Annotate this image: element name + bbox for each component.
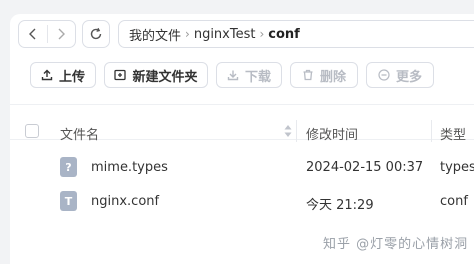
file-name[interactable]: nginx.conf bbox=[91, 194, 159, 209]
delete-label: 删除 bbox=[319, 69, 346, 85]
breadcrumb: 我的文件 › nginxTest › conf bbox=[118, 20, 474, 48]
file-type: types bbox=[440, 160, 474, 175]
table-row[interactable]: ? mime.types 2024-02-15 00:37 types bbox=[10, 150, 474, 186]
sort-icon[interactable] bbox=[284, 124, 292, 138]
column-header-name[interactable]: 文件名 bbox=[60, 124, 99, 143]
new-folder-icon bbox=[114, 69, 127, 81]
refresh-icon bbox=[90, 27, 102, 40]
table-row[interactable]: T nginx.conf 今天 21:29 conf bbox=[10, 184, 474, 220]
file-name[interactable]: mime.types bbox=[91, 160, 168, 175]
breadcrumb-separator: › bbox=[185, 27, 190, 41]
breadcrumb-item[interactable]: 我的文件 bbox=[129, 25, 181, 44]
breadcrumb-item[interactable]: nginxTest bbox=[194, 27, 256, 42]
text-file-icon: T bbox=[60, 191, 77, 211]
file-modified: 今天 21:29 bbox=[306, 198, 374, 213]
download-label: 下载 bbox=[244, 69, 271, 85]
breadcrumb-current: conf bbox=[268, 26, 300, 42]
upload-icon bbox=[41, 69, 53, 81]
more-label: 更多 bbox=[395, 69, 422, 85]
column-divider[interactable] bbox=[296, 120, 297, 142]
file-type: conf bbox=[440, 194, 468, 209]
upload-button[interactable]: 上传 bbox=[30, 62, 96, 88]
new-folder-label: 新建文件夹 bbox=[132, 69, 198, 85]
watermark-text: 知乎 @灯零的心情树洞 bbox=[323, 237, 469, 252]
refresh-button[interactable] bbox=[82, 20, 110, 48]
column-divider[interactable] bbox=[431, 120, 432, 142]
unknown-file-icon: ? bbox=[60, 157, 77, 177]
file-modified: 2024-02-15 00:37 bbox=[306, 160, 424, 175]
more-icon bbox=[378, 69, 390, 81]
back-button[interactable] bbox=[19, 21, 47, 47]
download-button[interactable]: 下载 bbox=[216, 62, 282, 88]
trash-icon bbox=[302, 69, 314, 81]
download-icon bbox=[227, 69, 239, 81]
column-header-modified[interactable]: 修改时间 bbox=[306, 124, 358, 143]
select-all-checkbox[interactable] bbox=[25, 124, 39, 138]
upload-label: 上传 bbox=[58, 69, 85, 85]
chevron-right-icon bbox=[58, 28, 66, 40]
delete-button[interactable]: 删除 bbox=[290, 62, 358, 88]
chevron-left-icon bbox=[28, 28, 36, 40]
more-button[interactable]: 更多 bbox=[366, 62, 434, 88]
column-header-type[interactable]: 类型 bbox=[440, 124, 466, 143]
forward-button[interactable] bbox=[48, 21, 76, 47]
new-folder-button[interactable]: 新建文件夹 bbox=[104, 62, 208, 88]
history-nav bbox=[18, 20, 76, 48]
breadcrumb-separator: › bbox=[259, 27, 265, 41]
